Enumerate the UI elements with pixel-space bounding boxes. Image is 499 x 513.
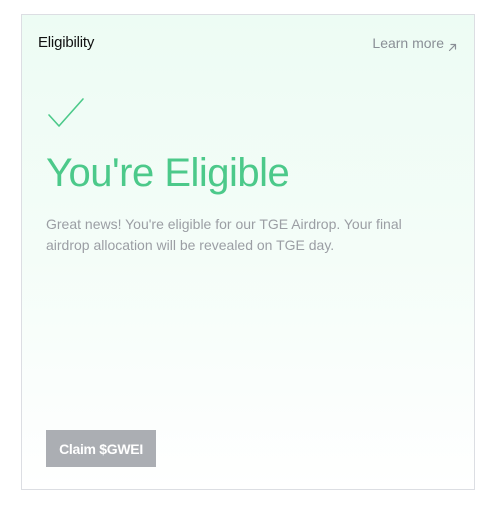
eligibility-description: Great news! You're eligible for our TGE …: [46, 216, 402, 253]
eligibility-card: Eligibility Learn more You're Eligible G…: [21, 14, 475, 490]
check-icon: [46, 95, 86, 131]
eligible-heading: You're Eligible: [46, 151, 290, 195]
learn-more-label: Learn more: [372, 35, 444, 51]
claim-button[interactable]: Claim $GWEI: [46, 430, 156, 467]
learn-more-link[interactable]: Learn more: [372, 35, 457, 51]
arrow-up-right-icon: [448, 39, 457, 51]
card-title: Eligibility: [38, 34, 95, 51]
